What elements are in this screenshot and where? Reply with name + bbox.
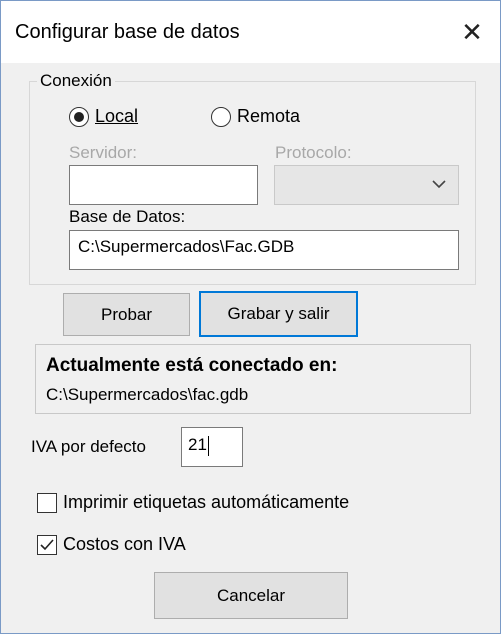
server-field[interactable] (69, 165, 258, 205)
costs-with-vat-checkbox[interactable]: Costos con IVA (37, 534, 186, 555)
radio-local[interactable]: Local (69, 106, 138, 127)
status-path: C:\Supermercados\fac.gdb (46, 385, 249, 404)
cancel-button[interactable]: Cancelar (154, 572, 348, 619)
save-exit-button[interactable]: Grabar y salir (199, 291, 358, 337)
radio-local-indicator[interactable] (69, 106, 89, 127)
server-label: Servidor: (69, 143, 138, 162)
radio-remote[interactable]: Remota (211, 106, 300, 127)
database-label: Base de Datos: (69, 207, 186, 226)
radio-remote-label: Remota (237, 106, 301, 126)
print-labels-checkbox[interactable]: Imprimir etiquetas automáticamente (37, 492, 349, 513)
radio-local-label: Local (95, 106, 139, 126)
text-cursor (207, 435, 209, 456)
protocol-select[interactable] (274, 165, 459, 205)
vat-field[interactable]: 21 (181, 427, 243, 467)
protocol-label: Protocolo: (275, 143, 352, 162)
title-bar: Configurar base de datos ✕ (1, 1, 500, 63)
costs-with-vat-label: Costos con IVA (63, 534, 186, 554)
vat-label: IVA por defecto (31, 437, 146, 456)
vat-value: 21 (188, 435, 207, 454)
connection-status-panel: Actualmente está conectado en: C:\Superm… (35, 344, 471, 414)
connection-group-label: Conexión (37, 71, 115, 91)
dialog-window: Configurar base de datos ✕ Conexión Loca… (0, 0, 501, 634)
chevron-down-icon[interactable] (432, 176, 446, 192)
radio-remote-indicator[interactable] (211, 106, 231, 127)
window-title: Configurar base de datos (15, 21, 240, 43)
database-path-field[interactable]: C:\Supermercados\Fac.GDB (69, 230, 459, 270)
test-button[interactable]: Probar (63, 293, 190, 336)
print-labels-label: Imprimir etiquetas automáticamente (63, 492, 350, 512)
close-icon[interactable]: ✕ (444, 1, 500, 63)
checkmark-icon (40, 538, 54, 550)
print-labels-checkbox-box[interactable] (37, 492, 57, 513)
status-heading: Actualmente está conectado en: (46, 355, 338, 376)
costs-with-vat-checkbox-box[interactable] (37, 534, 57, 555)
